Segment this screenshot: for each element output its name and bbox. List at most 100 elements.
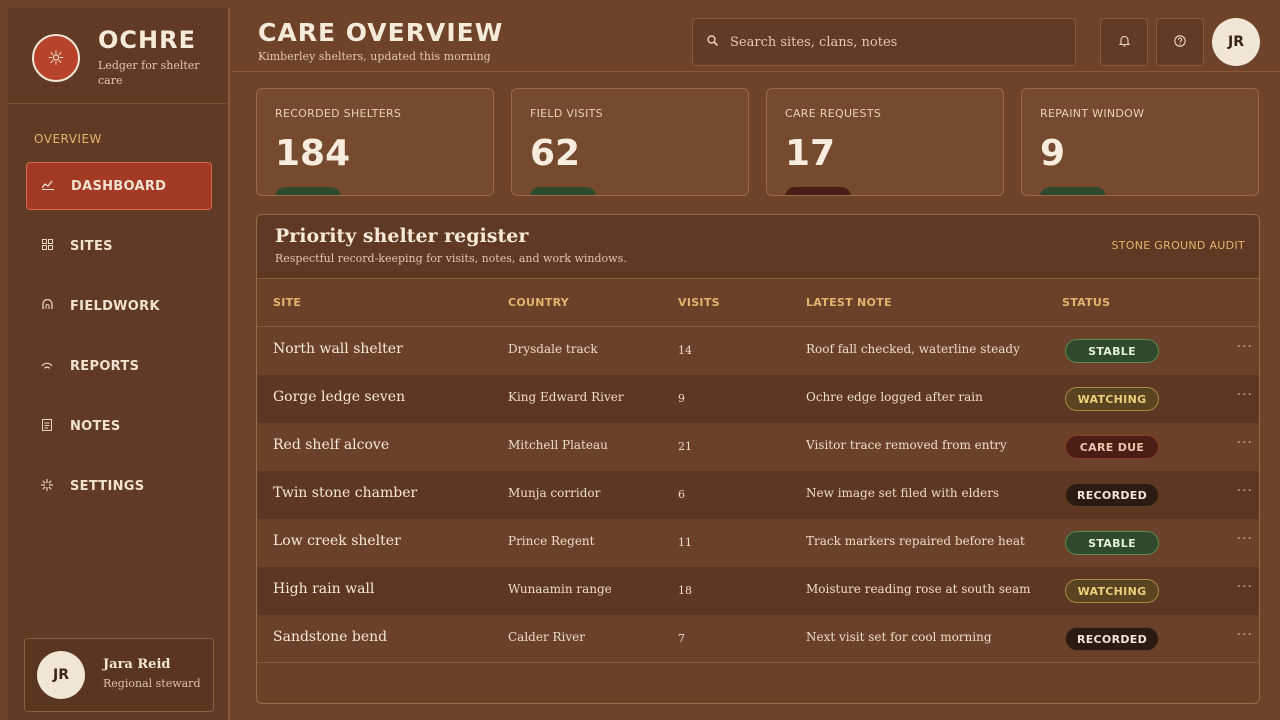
stone-ground-audit-link[interactable]: STONE GROUND AUDIT [1111, 239, 1245, 252]
stat-trend-chip [1040, 187, 1106, 195]
cell-country: Calder River [508, 630, 585, 644]
stat-card-repaint-window: REPAINT WINDOW 9 [1021, 88, 1259, 196]
more-icon[interactable]: ··· [1237, 483, 1253, 499]
stat-card-field-visits: FIELD VISITS 62 [511, 88, 749, 196]
more-icon[interactable]: ··· [1237, 339, 1253, 355]
cell-note: Visitor trace removed from entry [806, 438, 1007, 452]
stat-value: 9 [1040, 133, 1066, 174]
arch-icon [40, 298, 54, 313]
cell-note: Next visit set for cool morning [806, 630, 992, 644]
stat-card-recorded-shelters: RECORDED SHELTERS 184 [256, 88, 494, 196]
spark-icon [40, 478, 54, 494]
column-header-site[interactable]: SITE [273, 296, 301, 309]
table-body: North wall shelter Drysdale track 14 Roo… [257, 327, 1259, 663]
stat-trend-chip [275, 187, 341, 195]
sidebar-item-label: SETTINGS [70, 478, 145, 494]
user-role: Regional steward [103, 677, 201, 690]
more-icon[interactable]: ··· [1237, 387, 1253, 403]
sidebar-item-fieldwork[interactable]: FIELDWORK [26, 282, 212, 330]
sidebar-item-label: NOTES [70, 418, 121, 434]
cell-note: New image set filed with elders [806, 486, 1000, 500]
cell-site: Sandstone bend [273, 629, 388, 645]
stat-label: RECORDED SHELTERS [275, 107, 402, 120]
sidebar-item-reports[interactable]: REPORTS [26, 342, 212, 390]
stat-label: FIELD VISITS [530, 107, 603, 120]
cell-country: Prince Regent [508, 534, 595, 548]
cell-country: King Edward River [508, 390, 624, 404]
more-icon[interactable]: ··· [1237, 627, 1253, 643]
stat-value: 62 [530, 133, 581, 174]
help-icon [1174, 34, 1186, 50]
stat-card-care-requests: CARE REQUESTS 17 [766, 88, 1004, 196]
sun-icon: ☼ [32, 34, 80, 82]
column-header-country[interactable]: COUNTRY [508, 296, 569, 309]
cell-visits: 7 [678, 632, 685, 645]
table-header: SITE COUNTRY VISITS LATEST NOTE STATUS [257, 279, 1259, 327]
cell-visits: 6 [678, 488, 685, 501]
search-box[interactable] [692, 18, 1076, 66]
cell-country: Drysdale track [508, 342, 598, 356]
search-icon [707, 35, 719, 49]
cell-site: Red shelf alcove [273, 437, 390, 453]
status-badge: RECORDED [1065, 627, 1159, 651]
table-row[interactable]: Low creek shelter Prince Regent 11 Track… [257, 519, 1259, 567]
stat-value: 17 [785, 133, 836, 174]
avatar[interactable]: JR [1212, 18, 1260, 66]
cell-visits: 11 [678, 536, 692, 549]
sidebar-item-settings[interactable]: SETTINGS [26, 462, 212, 510]
cell-site: Gorge ledge seven [273, 389, 406, 405]
table-row[interactable]: North wall shelter Drysdale track 14 Roo… [257, 327, 1259, 375]
stat-trend-chip [530, 187, 596, 195]
status-badge: WATCHING [1065, 579, 1159, 603]
status-badge: STABLE [1065, 339, 1159, 363]
stat-label: REPAINT WINDOW [1040, 107, 1145, 120]
cell-visits: 18 [678, 584, 692, 597]
table-row[interactable]: Sandstone bend Calder River 7 Next visit… [257, 615, 1259, 663]
stat-label: CARE REQUESTS [785, 107, 882, 120]
header: CARE OVERVIEW Kimberley shelters, update… [232, 8, 1280, 72]
more-icon[interactable]: ··· [1237, 531, 1253, 547]
bell-icon [1118, 35, 1130, 50]
column-header-status[interactable]: STATUS [1062, 296, 1110, 309]
column-header-visits[interactable]: VISITS [678, 296, 720, 309]
sidebar-item-sites[interactable]: SITES [26, 222, 212, 270]
sidebar-nav: DASHBOARD SITES FIELDWORK REPORTS NOTES [26, 162, 212, 522]
stat-trend-chip [785, 187, 851, 195]
panel-header: Priority shelter register Respectful rec… [257, 215, 1259, 279]
cell-note: Roof fall checked, waterline steady [806, 342, 1020, 356]
column-header-note[interactable]: LATEST NOTE [806, 296, 892, 309]
cell-note: Track markers repaired before heat [806, 534, 1025, 548]
table-row[interactable]: Red shelf alcove Mitchell Plateau 21 Vis… [257, 423, 1259, 471]
cell-country: Wunaamin range [508, 582, 612, 596]
page-title: CARE OVERVIEW [258, 18, 504, 47]
search-input[interactable] [730, 34, 1050, 50]
signal-icon [40, 360, 54, 373]
table-row[interactable]: Gorge ledge seven King Edward River 9 Oc… [257, 375, 1259, 423]
table-row[interactable]: Twin stone chamber Munja corridor 6 New … [257, 471, 1259, 519]
sidebar: ☼ OCHRE Ledger for shelter care OVERVIEW… [8, 8, 230, 720]
sidebar-item-label: SITES [70, 238, 113, 254]
sidebar-item-label: DASHBOARD [71, 178, 167, 194]
sidebar-item-notes[interactable]: NOTES [26, 402, 212, 450]
status-badge: CARE DUE [1065, 435, 1159, 459]
table-row[interactable]: High rain wall Wunaamin range 18 Moistur… [257, 567, 1259, 615]
more-icon[interactable]: ··· [1237, 579, 1253, 595]
panel-subtitle: Respectful record-keeping for visits, no… [275, 252, 627, 265]
shelter-register-panel: Priority shelter register Respectful rec… [256, 214, 1260, 704]
status-badge: RECORDED [1065, 483, 1159, 507]
cell-site: North wall shelter [273, 341, 403, 357]
brand: ☼ OCHRE Ledger for shelter care [8, 8, 230, 104]
user-card[interactable]: JR Jara Reid Regional steward [24, 638, 214, 712]
notifications-button[interactable] [1100, 18, 1148, 66]
sidebar-item-label: REPORTS [70, 358, 140, 374]
cell-note: Moisture reading rose at south seam [806, 582, 1031, 596]
note-icon [40, 418, 54, 434]
grid-icon [40, 239, 54, 253]
help-button[interactable] [1156, 18, 1204, 66]
page-subtitle: Kimberley shelters, updated this morning [258, 50, 491, 63]
more-icon[interactable]: ··· [1237, 435, 1253, 451]
cell-visits: 9 [678, 392, 685, 405]
cell-country: Munja corridor [508, 486, 601, 500]
user-name: Jara Reid [103, 657, 171, 672]
sidebar-item-dashboard[interactable]: DASHBOARD [26, 162, 212, 210]
